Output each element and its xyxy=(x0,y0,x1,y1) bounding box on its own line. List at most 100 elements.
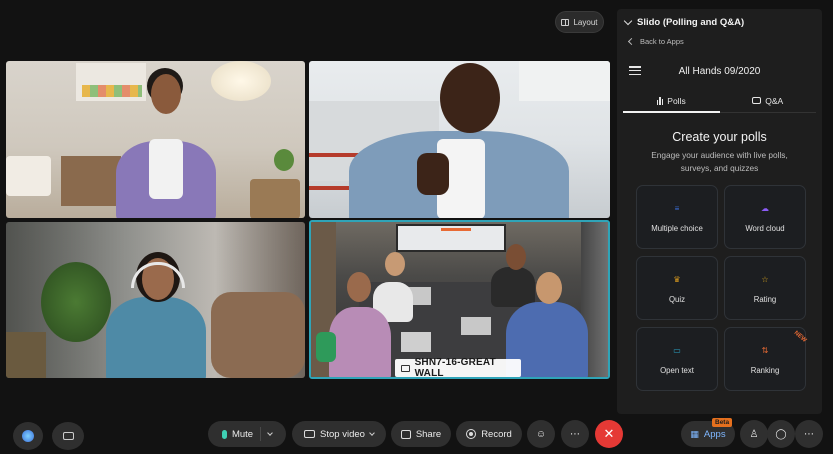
menu-icon[interactable] xyxy=(629,66,641,75)
captions-icon xyxy=(62,432,74,440)
mute-label: Mute xyxy=(231,428,254,440)
person-face xyxy=(506,244,526,270)
ranking-icon: ⇅ xyxy=(761,345,769,355)
video-tile-1[interactable] xyxy=(6,61,305,218)
poll-type-word-cloud[interactable]: ☁ Word cloud xyxy=(724,185,806,249)
room-device-icon xyxy=(401,364,410,372)
more-options-button[interactable]: ⋯ xyxy=(561,420,589,448)
poll-type-label: Ranking xyxy=(750,366,780,375)
pendant-lamp xyxy=(211,61,271,101)
chat-icon xyxy=(752,97,762,104)
record-button[interactable]: Record xyxy=(456,421,522,447)
laptop-2 xyxy=(461,317,491,335)
cloud-icon: ☁ xyxy=(761,203,769,213)
chevron-down-icon[interactable] xyxy=(369,430,375,436)
person-face xyxy=(440,63,500,133)
poll-type-label: Open text xyxy=(660,366,694,375)
chat-bubble-icon: ◯ xyxy=(775,428,787,440)
chevron-left-icon xyxy=(627,37,636,46)
event-title: All Hands 09/2020 xyxy=(678,66,761,77)
more-panels-button[interactable]: ⋯ xyxy=(795,420,823,448)
person-body xyxy=(491,267,535,307)
stop-video-label: Stop video xyxy=(320,428,365,440)
back-to-apps-link[interactable]: Back to Apps xyxy=(627,37,684,46)
closed-captions-button[interactable] xyxy=(52,422,84,450)
beta-badge: Beta xyxy=(712,418,733,427)
webex-assistant-button[interactable] xyxy=(13,422,43,450)
ellipsis-icon: ⋯ xyxy=(804,428,814,440)
create-polls-subheading: Engage your audience with live polls, su… xyxy=(651,150,788,173)
end-call-button[interactable]: ✕ xyxy=(595,420,623,448)
desk xyxy=(61,156,121,206)
tab-qa-label: Q&A xyxy=(765,95,784,106)
poll-type-label: Word cloud xyxy=(745,224,785,233)
reactions-button[interactable]: ☺ xyxy=(527,420,555,448)
layout-icon xyxy=(561,18,570,26)
side-table xyxy=(250,179,300,218)
video-tile-3[interactable] xyxy=(6,222,305,378)
share-label: Share xyxy=(415,428,442,440)
record-label: Record xyxy=(481,428,512,440)
screen-bar xyxy=(441,228,471,231)
thumbs-up-hand xyxy=(417,153,449,195)
mute-button[interactable]: Mute xyxy=(208,421,286,447)
poll-type-label: Quiz xyxy=(668,295,686,304)
smiley-icon: ☺ xyxy=(535,428,547,440)
tab-bar: Polls Q&A xyxy=(623,89,816,113)
tab-polls[interactable]: Polls xyxy=(623,89,720,113)
chevron-down-icon xyxy=(623,16,633,26)
poll-bars-icon xyxy=(656,96,664,105)
laptop-3 xyxy=(401,332,431,352)
panel-header[interactable]: Slido (Polling and Q&A) xyxy=(623,16,745,28)
chevron-down-icon[interactable] xyxy=(267,430,273,436)
ellipsis-icon: ⋯ xyxy=(570,428,580,440)
person-face xyxy=(347,272,371,302)
person-icon: ♙ xyxy=(749,428,759,440)
camera-icon xyxy=(304,430,316,438)
panel-title: Slido (Polling and Q&A) xyxy=(637,17,745,28)
poll-type-ranking[interactable]: NEW ⇅ Ranking xyxy=(724,327,808,391)
poll-type-label: Multiple choice xyxy=(651,224,703,233)
participant-name: SHN7-16-GREAT WALL xyxy=(414,357,496,379)
person-face xyxy=(536,272,562,304)
poll-type-quiz[interactable]: ♛ Quiz xyxy=(636,256,718,320)
share-button[interactable]: Share xyxy=(391,421,451,447)
participant-name-tag: SHN7-16-GREAT WALL xyxy=(395,357,521,379)
poll-type-multiple-choice[interactable]: ≡ Multiple choice xyxy=(636,185,718,249)
plant xyxy=(274,149,294,171)
close-icon: ✕ xyxy=(603,426,615,441)
layout-button[interactable]: Layout xyxy=(555,11,604,33)
person-face xyxy=(151,74,181,114)
armchair xyxy=(211,292,305,378)
assistant-icon xyxy=(22,430,34,442)
plant xyxy=(41,262,111,342)
share-icon xyxy=(400,429,411,439)
green-chair xyxy=(316,332,336,362)
poll-type-open-text[interactable]: ▭ Open text xyxy=(636,327,718,391)
layout-button-label: Layout xyxy=(573,17,598,27)
apps-grid-icon: ▦ xyxy=(690,428,699,439)
video-tile-4[interactable] xyxy=(309,220,610,379)
trophy-icon: ♛ xyxy=(673,274,681,284)
cabinet xyxy=(6,332,46,378)
person-body xyxy=(106,297,206,378)
sticky-notes xyxy=(82,85,142,97)
stop-video-button[interactable]: Stop video xyxy=(292,421,386,447)
sofa xyxy=(6,156,51,196)
poll-type-rating[interactable]: ☆ Rating xyxy=(724,256,806,320)
apps-label: Apps xyxy=(703,428,726,440)
participants-button[interactable]: ♙ xyxy=(740,420,768,448)
microphone-icon xyxy=(221,429,227,439)
tab-polls-label: Polls xyxy=(667,95,686,106)
video-tile-2[interactable] xyxy=(309,61,610,218)
new-badge: NEW xyxy=(792,330,808,344)
record-icon xyxy=(466,429,477,439)
tab-qa[interactable]: Q&A xyxy=(720,89,817,112)
window xyxy=(519,61,610,101)
back-label: Back to Apps xyxy=(640,37,684,46)
chat-bubble-icon: ▭ xyxy=(673,345,681,355)
chat-button[interactable]: ◯ xyxy=(767,420,795,448)
slido-panel: Slido (Polling and Q&A) Back to Apps All… xyxy=(617,9,822,414)
split-divider xyxy=(260,427,262,441)
list-icon: ≡ xyxy=(674,203,680,213)
